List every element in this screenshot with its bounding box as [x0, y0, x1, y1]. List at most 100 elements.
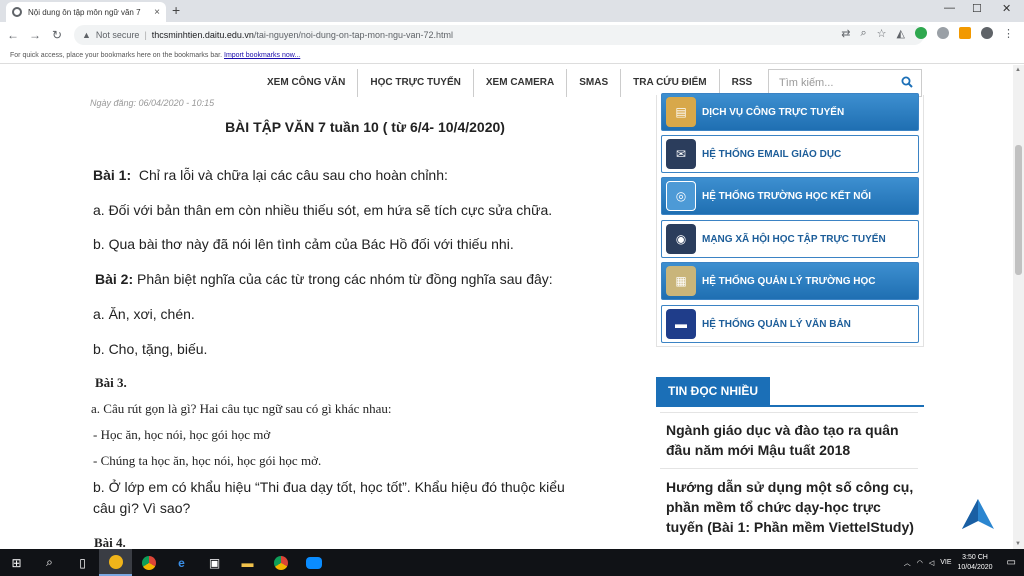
globe-icon: ◉	[666, 224, 696, 254]
scroll-down-icon[interactable]: ▼	[1015, 541, 1021, 547]
bookmarks-bar: For quick access, place your bookmarks h…	[0, 48, 1024, 64]
maximize-button[interactable]: ☐	[972, 2, 982, 15]
service-mang-xa-hoi[interactable]: ◉ MẠNG XÃ HỘI HỌC TẬP TRỰC TUYẾN	[661, 220, 919, 258]
notification-icon[interactable]: ▭	[1007, 557, 1016, 568]
exercise-line: câu gì? Vì sao?	[93, 500, 191, 516]
tray-chevron-icon[interactable]: ︿	[904, 558, 911, 568]
clock-date: 10/04/2020	[957, 563, 993, 571]
scroll-thumb[interactable]	[1015, 145, 1022, 275]
chrome-icon[interactable]	[264, 549, 297, 576]
exercise-line: a. Ăn, xơi, chén.	[93, 306, 195, 322]
import-bookmarks-link[interactable]: Import bookmarks now...	[224, 52, 300, 59]
service-label: HỆ THỐNG QUẢN LÝ VĂN BẢN	[702, 318, 851, 330]
service-email[interactable]: ✉ HỆ THỐNG EMAIL GIÁO DỤC	[661, 135, 919, 173]
service-label: MẠNG XÃ HỘI HỌC TẬP TRỰC TUYẾN	[702, 233, 886, 245]
exercise-line: a. Đối với bản thân em còn nhiều thiếu s…	[93, 202, 553, 218]
search-input[interactable]	[779, 77, 899, 89]
new-tab-button[interactable]: +	[172, 2, 180, 18]
profile-icon[interactable]	[981, 27, 993, 39]
language-indicator[interactable]: VIE	[940, 559, 951, 566]
clock[interactable]: 3:50 CH 10/04/2020	[958, 553, 993, 573]
nav-item-cong-van[interactable]: XEM CÔNG VĂN	[255, 69, 357, 97]
page-scrollbar[interactable]: ▲ ▼	[1013, 65, 1024, 549]
taskbar: ⊞ ⌕ ▯ e ▣ ▬ ︿ ◠ ◁ VIE 3:50 CH 10/04/2020…	[0, 549, 1024, 576]
exercise-label: Bài 3.	[95, 375, 127, 390]
exercise-text: Chỉ ra lỗi và chữa lại các câu sau cho h…	[138, 167, 448, 183]
reload-icon[interactable]: ↻	[46, 28, 68, 42]
forward-arrow-icon[interactable]: →	[24, 28, 46, 42]
extension-icon[interactable]	[937, 27, 949, 39]
exercise-label: Bài 2:	[95, 271, 134, 287]
url-path: /tai-nguyen/noi-dung-on-tap-mon-ngu-van-…	[253, 30, 453, 40]
divider	[660, 412, 918, 413]
school-icon: ▦	[666, 266, 696, 296]
document-icon: ▤	[666, 97, 696, 127]
divider: |	[144, 30, 147, 40]
tab-close-icon[interactable]: ×	[154, 7, 160, 18]
app-icon[interactable]	[99, 549, 132, 576]
file-icon: ▬	[666, 309, 696, 339]
system-tray: ︿ ◠ ◁ VIE 3:50 CH 10/04/2020 ▭	[904, 549, 1024, 576]
adblock-icon[interactable]	[915, 27, 927, 39]
most-read-item[interactable]: Ngành giáo dục và đào tạo ra quân đầu nă…	[666, 420, 916, 460]
zalo-icon[interactable]	[297, 549, 330, 576]
service-label: HỆ THỐNG QUẢN LÝ TRƯỜNG HỌC	[702, 275, 876, 287]
chrome-icon[interactable]	[132, 549, 165, 576]
service-label: HỆ THỐNG EMAIL GIÁO DỤC	[702, 148, 842, 160]
menu-icon[interactable]: ⋮	[1003, 27, 1014, 40]
page-content: XEM CÔNG VĂN HỌC TRỰC TUYẾN XEM CAMERA S…	[0, 65, 1013, 549]
exercise-line: a. Câu rút gọn là gì? Hai câu tục ngữ sa…	[91, 401, 392, 416]
address-bar[interactable]: ▲ Not secure | thcsminhtien.daitu.edu.vn…	[74, 25, 924, 45]
extension-icon[interactable]: ◭	[897, 27, 905, 40]
folder-icon[interactable]: ▬	[231, 549, 264, 576]
exercise-1: Bài 1: Chỉ ra lỗi và chữa lại các câu sa…	[93, 167, 448, 183]
nav-item-smas[interactable]: SMAS	[566, 69, 620, 97]
most-read-item[interactable]: Hướng dẫn sử dụng một số công cụ, phần m…	[666, 477, 916, 537]
edge-icon[interactable]: e	[165, 549, 198, 576]
back-arrow-icon[interactable]: ←	[2, 28, 24, 42]
divider	[660, 468, 918, 469]
url-host: thcsminhtien.daitu.edu.vn	[151, 30, 254, 40]
post-date: Ngày đăng: 06/04/2020 - 10:15	[90, 98, 215, 108]
exercise-line: - Chúng ta học ăn, học nói, học gói học …	[93, 453, 322, 468]
exercise-label: Bài 4.	[94, 535, 126, 549]
exercise-label: Bài 1:	[93, 167, 132, 183]
nav-item-camera[interactable]: XEM CAMERA	[472, 69, 566, 97]
volume-icon[interactable]: ◁	[929, 559, 934, 567]
service-quan-ly-truong-hoc[interactable]: ▦ HỆ THỐNG QUẢN LÝ TRƯỜNG HỌC	[661, 262, 919, 300]
zoom-icon[interactable]: ⌕	[860, 27, 866, 40]
service-quan-ly-van-ban[interactable]: ▬ HỆ THỐNG QUẢN LÝ VĂN BẢN	[661, 305, 919, 343]
service-truong-hoc-ket-noi[interactable]: ◎ HỆ THỐNG TRƯỜNG HỌC KẾT NỐI	[661, 177, 919, 215]
exercise-text: Phân biệt nghĩa của các từ trong các nhó…	[137, 271, 553, 287]
site-logo-icon[interactable]	[960, 497, 996, 533]
service-dich-vu-cong[interactable]: ▤ DỊCH VỤ CÔNG TRỰC TUYẾN	[661, 93, 919, 131]
minimize-button[interactable]: —	[944, 2, 955, 14]
browser-tabstrip: Nội dung ôn tập môn ngữ văn 7 × + — ☐ ✕	[0, 0, 1024, 22]
browser-tab[interactable]: Nội dung ôn tập môn ngữ văn 7 ×	[6, 2, 166, 22]
exercise-line: b. Cho, tặng, biếu.	[93, 341, 208, 357]
scroll-up-icon[interactable]: ▲	[1015, 67, 1021, 73]
globe-icon	[12, 7, 22, 17]
store-icon[interactable]: ▣	[198, 549, 231, 576]
star-icon[interactable]: ☆	[877, 27, 887, 40]
task-view-icon[interactable]: ▯	[66, 549, 99, 576]
most-read-header: TIN ĐỌC NHIỀU	[656, 377, 924, 407]
exercise-line: - Học ăn, học nói, học gói học mở	[93, 427, 271, 442]
service-label: HỆ THỐNG TRƯỜNG HỌC KẾT NỐI	[702, 190, 872, 202]
bookmarks-hint: For quick access, place your bookmarks h…	[10, 52, 223, 59]
nav-item-hoc-truc-tuyen[interactable]: HỌC TRỰC TUYẾN	[357, 69, 473, 97]
translate-icon[interactable]: ⇄	[841, 27, 850, 40]
extension-icon[interactable]	[959, 27, 971, 39]
search-icon[interactable]	[901, 76, 913, 88]
search-icon[interactable]: ⌕	[33, 549, 66, 576]
network-icon: ◎	[666, 181, 696, 211]
close-window-button[interactable]: ✕	[1002, 2, 1011, 15]
post-title: BÀI TẬP VĂN 7 tuần 10 ( từ 6/4- 10/4/202…	[225, 119, 505, 135]
network-icon[interactable]: ◠	[917, 559, 923, 567]
windows-start-icon[interactable]: ⊞	[0, 549, 33, 576]
service-label: DỊCH VỤ CÔNG TRỰC TUYẾN	[702, 106, 845, 118]
security-label: Not secure	[95, 30, 140, 40]
clock-time: 3:50 CH	[962, 553, 988, 561]
mail-icon: ✉	[666, 139, 696, 169]
most-read-title: TIN ĐỌC NHIỀU	[656, 377, 770, 405]
